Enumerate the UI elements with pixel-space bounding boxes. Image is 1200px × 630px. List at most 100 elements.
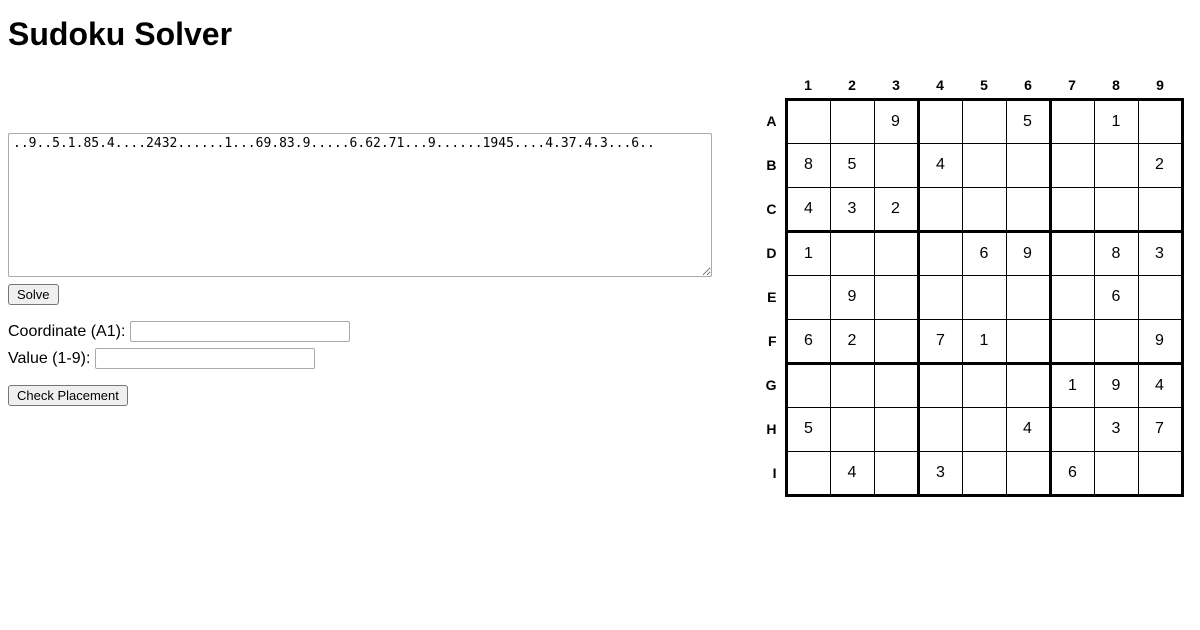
cell — [962, 99, 1006, 143]
cell: 2 — [1138, 143, 1182, 187]
cell — [830, 99, 874, 143]
cell — [962, 143, 1006, 187]
cell — [786, 451, 830, 495]
page-title: Sudoku Solver — [8, 16, 1192, 53]
cell — [918, 187, 962, 231]
cell — [874, 231, 918, 275]
cell: 3 — [830, 187, 874, 231]
cell — [786, 363, 830, 407]
cell — [962, 187, 1006, 231]
cell: 8 — [1094, 231, 1138, 275]
cell — [786, 99, 830, 143]
cell — [1006, 363, 1050, 407]
cell — [786, 275, 830, 319]
cell: 3 — [918, 451, 962, 495]
row-header: F — [758, 319, 786, 363]
row-header: G — [758, 363, 786, 407]
cell — [1050, 187, 1094, 231]
cell — [1006, 451, 1050, 495]
puzzle-input[interactable] — [8, 133, 712, 277]
row-header: H — [758, 407, 786, 451]
cell — [830, 231, 874, 275]
col-header: 2 — [830, 73, 874, 99]
cell: 9 — [1138, 319, 1182, 363]
cell — [874, 319, 918, 363]
cell: 9 — [874, 99, 918, 143]
cell: 9 — [830, 275, 874, 319]
cell: 1 — [1050, 363, 1094, 407]
cell — [1138, 187, 1182, 231]
cell — [962, 451, 1006, 495]
cell — [874, 407, 918, 451]
cell: 6 — [1094, 275, 1138, 319]
row-header: I — [758, 451, 786, 495]
row-header: C — [758, 187, 786, 231]
cell: 1 — [1094, 99, 1138, 143]
cell — [918, 99, 962, 143]
cell — [918, 231, 962, 275]
col-header: 6 — [1006, 73, 1050, 99]
cell — [830, 363, 874, 407]
cell — [1094, 187, 1138, 231]
cell — [1094, 451, 1138, 495]
cell — [830, 407, 874, 451]
cell — [1006, 319, 1050, 363]
value-input[interactable] — [95, 348, 315, 369]
solve-button[interactable]: Solve — [8, 284, 59, 305]
cell — [962, 363, 1006, 407]
cell — [1138, 275, 1182, 319]
col-header: 5 — [962, 73, 1006, 99]
coordinate-label: Coordinate (A1): — [8, 323, 125, 340]
cell — [1138, 99, 1182, 143]
cell: 9 — [1094, 363, 1138, 407]
col-header: 9 — [1138, 73, 1182, 99]
cell — [1050, 99, 1094, 143]
check-placement-button[interactable]: Check Placement — [8, 385, 128, 406]
cell: 4 — [1138, 363, 1182, 407]
cell: 7 — [918, 319, 962, 363]
cell — [1138, 451, 1182, 495]
cell — [1006, 143, 1050, 187]
cell: 2 — [874, 187, 918, 231]
cell — [962, 275, 1006, 319]
cell — [918, 407, 962, 451]
cell: 8 — [786, 143, 830, 187]
cell — [1094, 143, 1138, 187]
row-header: B — [758, 143, 786, 187]
cell — [1006, 275, 1050, 319]
cell — [1050, 143, 1094, 187]
cell — [874, 143, 918, 187]
cell: 6 — [786, 319, 830, 363]
cell — [874, 363, 918, 407]
col-header: 3 — [874, 73, 918, 99]
cell — [874, 451, 918, 495]
cell — [918, 275, 962, 319]
col-header: 7 — [1050, 73, 1094, 99]
col-header: 1 — [786, 73, 830, 99]
cell: 4 — [786, 187, 830, 231]
col-header: 4 — [918, 73, 962, 99]
cell — [1094, 319, 1138, 363]
cell: 5 — [786, 407, 830, 451]
cell — [1006, 187, 1050, 231]
row-header: A — [758, 99, 786, 143]
coordinate-input[interactable] — [130, 321, 350, 342]
sudoku-grid: 1 2 3 4 5 6 7 8 9 A 9 5 1 — [758, 73, 1184, 497]
cell: 5 — [830, 143, 874, 187]
cell: 3 — [1138, 231, 1182, 275]
cell — [874, 275, 918, 319]
cell — [918, 363, 962, 407]
row-header: E — [758, 275, 786, 319]
cell — [1050, 407, 1094, 451]
col-header: 8 — [1094, 73, 1138, 99]
cell: 1 — [962, 319, 1006, 363]
cell — [1050, 231, 1094, 275]
cell: 4 — [1006, 407, 1050, 451]
cell: 1 — [786, 231, 830, 275]
cell — [962, 407, 1006, 451]
cell — [1050, 319, 1094, 363]
cell — [1050, 275, 1094, 319]
cell: 3 — [1094, 407, 1138, 451]
cell: 4 — [830, 451, 874, 495]
value-label: Value (1-9): — [8, 350, 90, 367]
